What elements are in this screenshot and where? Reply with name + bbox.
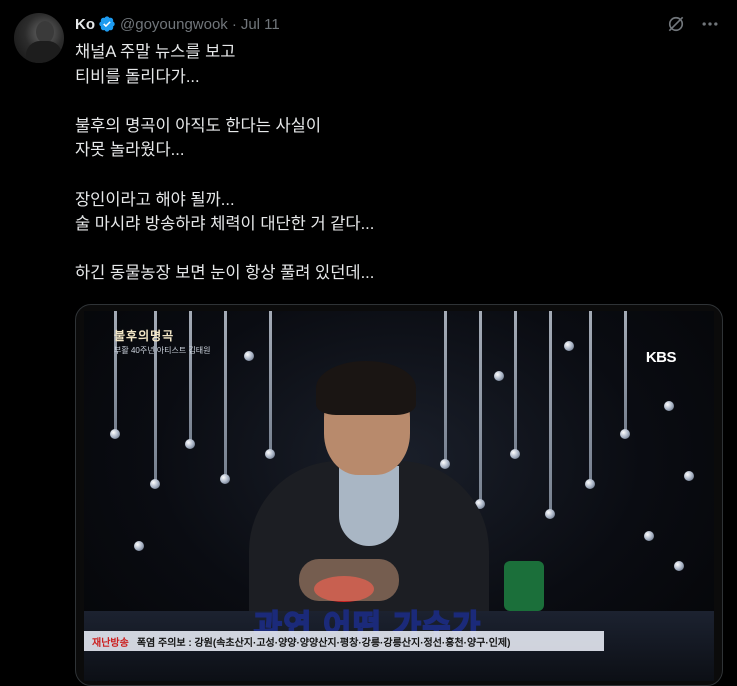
- show-logo: 불후의명곡: [114, 329, 175, 343]
- backdrop-pole: [624, 311, 627, 431]
- news-ticker: 재난방송 폭염 주의보 : 강원(속초산지·고성·양양·양양산지·평창·강릉·강…: [84, 631, 604, 651]
- ticker-label: 재난방송: [92, 637, 129, 649]
- backdrop-pole: [269, 311, 272, 451]
- tv-screen-photo: 불후의명곡 부활 40주년 아티스트 김태원 KBS 과연 어떤 가수가 재난방…: [84, 311, 714, 681]
- show-subtitle: 부활 40주년 아티스트 김태원: [114, 346, 211, 355]
- channel-logo: KBS: [645, 349, 677, 366]
- crystal-bead: [220, 474, 230, 484]
- avatar[interactable]: [14, 13, 64, 63]
- backdrop-pole: [444, 311, 447, 461]
- crystal-bead: [644, 531, 654, 541]
- display-name[interactable]: Ko: [75, 16, 95, 33]
- backdrop-pole: [189, 311, 192, 441]
- crystal-bead: [265, 449, 275, 459]
- crystal-bead: [564, 341, 574, 351]
- person-shirt: [339, 466, 399, 546]
- crystal-bead: [620, 429, 630, 439]
- crystal-bead: [150, 479, 160, 489]
- avatar-head: [36, 21, 54, 43]
- tweet-date[interactable]: Jul 11: [241, 16, 280, 33]
- crystal-bead: [134, 541, 144, 551]
- green-bottles: [504, 561, 544, 611]
- backdrop-pole: [224, 311, 227, 476]
- backdrop-pole: [589, 311, 592, 481]
- more-icon[interactable]: [698, 12, 722, 36]
- user-handle[interactable]: @goyoungwook: [120, 16, 228, 33]
- crystal-bead: [494, 371, 504, 381]
- backdrop-pole: [479, 311, 482, 501]
- person-hair: [316, 361, 416, 415]
- tweet-header: Ko @goyoungwook · Jul 11: [75, 14, 280, 34]
- crystal-bead: [664, 401, 674, 411]
- crystal-bead: [440, 459, 450, 469]
- tweet-media[interactable]: 불후의명곡 부활 40주년 아티스트 김태원 KBS 과연 어떤 가수가 재난방…: [75, 304, 723, 686]
- grok-icon[interactable]: [664, 12, 688, 36]
- crystal-bead: [684, 471, 694, 481]
- verified-badge-icon: [99, 16, 115, 32]
- crystal-bead: [674, 561, 684, 571]
- tweet-text: 채널A 주말 뉴스를 보고 티비를 돌리다가... 불후의 명곡이 아직도 한다…: [75, 43, 375, 283]
- avatar-body: [26, 41, 62, 63]
- separator-dot: ·: [231, 15, 237, 33]
- crystal-bead: [185, 439, 195, 449]
- crystal-bead: [545, 509, 555, 519]
- ticker-text: 폭염 주의보 : 강원(속초산지·고성·양양·양양산지·평창·강릉·강릉산지·정…: [136, 637, 511, 649]
- crystal-bead: [110, 429, 120, 439]
- person-hands: [299, 559, 399, 601]
- crystal-bead: [510, 449, 520, 459]
- crystal-bead: [585, 479, 595, 489]
- backdrop-pole: [549, 311, 552, 511]
- backdrop-pole: [514, 311, 517, 451]
- crystal-bead: [244, 351, 254, 361]
